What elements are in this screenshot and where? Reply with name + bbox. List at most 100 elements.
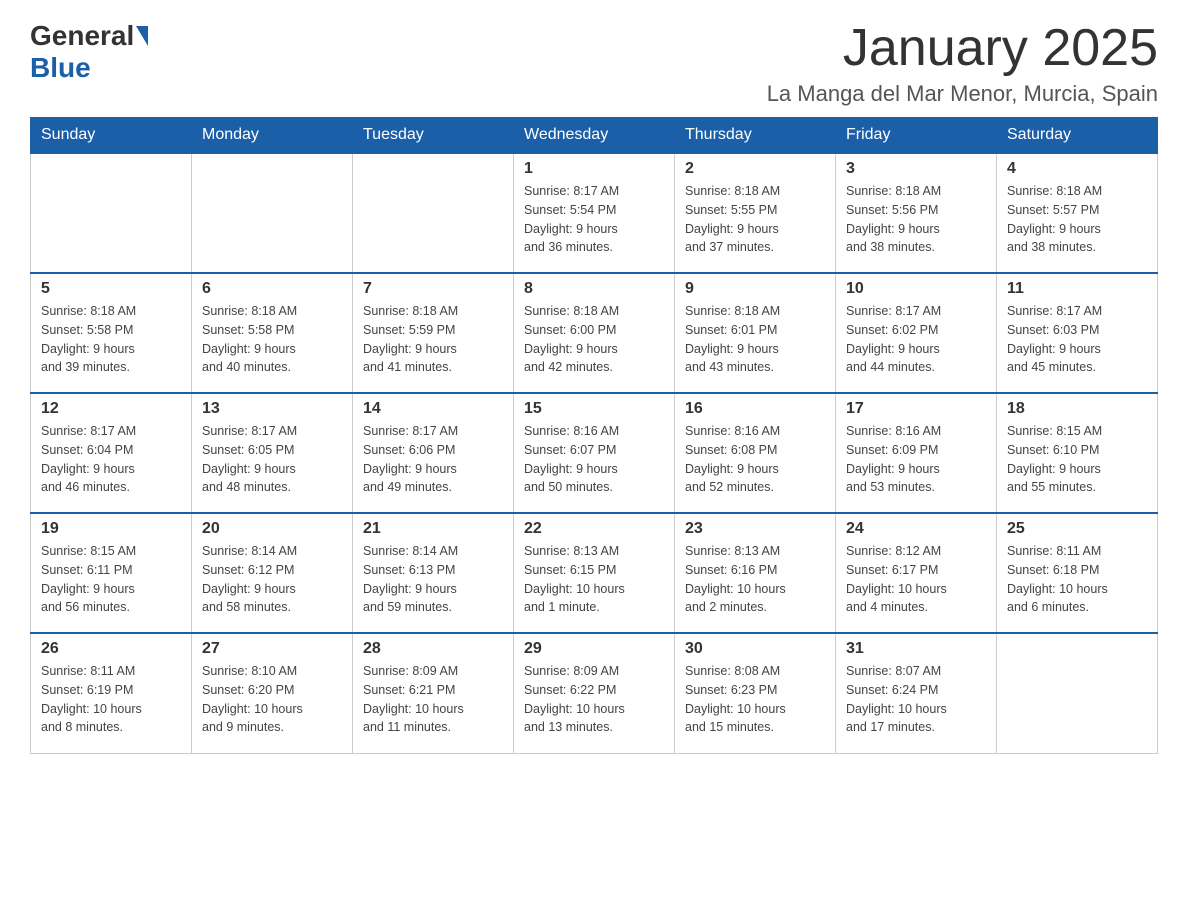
day-number: 27 [202, 640, 342, 658]
day-number: 18 [1007, 400, 1147, 418]
day-number: 26 [41, 640, 181, 658]
day-info: Sunrise: 8:11 AM Sunset: 6:19 PM Dayligh… [41, 662, 181, 737]
calendar-cell: 20Sunrise: 8:14 AM Sunset: 6:12 PM Dayli… [192, 513, 353, 633]
day-info: Sunrise: 8:13 AM Sunset: 6:16 PM Dayligh… [685, 542, 825, 617]
calendar-cell: 18Sunrise: 8:15 AM Sunset: 6:10 PM Dayli… [997, 393, 1158, 513]
calendar-cell: 16 Sunrise: 8:16 AM Sunset: 6:08 PM Dayli… [675, 393, 836, 513]
logo-blue-text: Blue [30, 52, 91, 84]
day-info: Sunrise: 8:17 AM Sunset: 6:06 PM Dayligh… [363, 422, 503, 497]
calendar-cell: 10 Sunrise: 8:17 AM Sunset: 6:02 PM Dayli… [836, 273, 997, 393]
day-number: 25 [1007, 520, 1147, 538]
day-info: Sunrise: 8:09 AM Sunset: 6:21 PM Dayligh… [363, 662, 503, 737]
calendar-cell: 3 Sunrise: 8:18 AM Sunset: 5:56 PM Daylig… [836, 153, 997, 273]
day-number: 15 [524, 400, 664, 418]
day-info: Sunrise: 8:18 AM Sunset: 6:01 PM Dayligh… [685, 302, 825, 377]
day-number: 13 [202, 400, 342, 418]
day-info: Sunrise: 8:17 AM Sunset: 5:54 PM Dayligh… [524, 182, 664, 257]
day-number: 10 [846, 280, 986, 298]
day-info: Sunrise: 8:18 AM Sunset: 5:57 PM Dayligh… [1007, 182, 1147, 257]
day-number: 19 [41, 520, 181, 538]
calendar-cell [31, 153, 192, 273]
day-info: Sunrise: 8:18 AM Sunset: 5:56 PM Dayligh… [846, 182, 986, 257]
day-number: 21 [363, 520, 503, 538]
day-number: 28 [363, 640, 503, 658]
weekday-header-saturday: Saturday [997, 118, 1158, 154]
calendar-cell: 28 Sunrise: 8:09 AM Sunset: 6:21 PM Dayli… [353, 633, 514, 753]
weekday-header-wednesday: Wednesday [514, 118, 675, 154]
day-number: 22 [524, 520, 664, 538]
day-info: Sunrise: 8:17 AM Sunset: 6:05 PM Dayligh… [202, 422, 342, 497]
calendar-cell: 1Sunrise: 8:17 AM Sunset: 5:54 PM Daylig… [514, 153, 675, 273]
weekday-header-tuesday: Tuesday [353, 118, 514, 154]
calendar-cell: 4 Sunrise: 8:18 AM Sunset: 5:57 PM Daylig… [997, 153, 1158, 273]
calendar-cell: 24 Sunrise: 8:12 AM Sunset: 6:17 PM Dayli… [836, 513, 997, 633]
day-number: 2 [685, 160, 825, 178]
logo-triangle-icon [136, 26, 148, 46]
day-number: 8 [524, 280, 664, 298]
day-info: Sunrise: 8:12 AM Sunset: 6:17 PM Dayligh… [846, 542, 986, 617]
day-number: 3 [846, 160, 986, 178]
calendar-cell: 25 Sunrise: 8:11 AM Sunset: 6:18 PM Dayli… [997, 513, 1158, 633]
day-info: Sunrise: 8:17 AM Sunset: 6:03 PM Dayligh… [1007, 302, 1147, 377]
calendar-cell [192, 153, 353, 273]
calendar-week-row: 5Sunrise: 8:18 AM Sunset: 5:58 PM Daylig… [31, 273, 1158, 393]
weekday-header-thursday: Thursday [675, 118, 836, 154]
calendar-cell: 5Sunrise: 8:18 AM Sunset: 5:58 PM Daylig… [31, 273, 192, 393]
day-info: Sunrise: 8:17 AM Sunset: 6:04 PM Dayligh… [41, 422, 181, 497]
day-info: Sunrise: 8:09 AM Sunset: 6:22 PM Dayligh… [524, 662, 664, 737]
day-number: 20 [202, 520, 342, 538]
location-title: La Manga del Mar Menor, Murcia, Spain [767, 81, 1158, 107]
calendar-cell: 17Sunrise: 8:16 AM Sunset: 6:09 PM Dayli… [836, 393, 997, 513]
calendar-cell: 14 Sunrise: 8:17 AM Sunset: 6:06 PM Dayli… [353, 393, 514, 513]
calendar-cell: 9 Sunrise: 8:18 AM Sunset: 6:01 PM Daylig… [675, 273, 836, 393]
day-info: Sunrise: 8:07 AM Sunset: 6:24 PM Dayligh… [846, 662, 986, 737]
day-info: Sunrise: 8:18 AM Sunset: 5:59 PM Dayligh… [363, 302, 503, 377]
calendar-cell: 27 Sunrise: 8:10 AM Sunset: 6:20 PM Dayli… [192, 633, 353, 753]
calendar-cell: 15 Sunrise: 8:16 AM Sunset: 6:07 PM Dayli… [514, 393, 675, 513]
day-number: 30 [685, 640, 825, 658]
day-info: Sunrise: 8:16 AM Sunset: 6:09 PM Dayligh… [846, 422, 986, 497]
day-number: 29 [524, 640, 664, 658]
day-number: 24 [846, 520, 986, 538]
day-info: Sunrise: 8:08 AM Sunset: 6:23 PM Dayligh… [685, 662, 825, 737]
day-number: 7 [363, 280, 503, 298]
calendar-cell: 26 Sunrise: 8:11 AM Sunset: 6:19 PM Dayli… [31, 633, 192, 753]
day-info: Sunrise: 8:15 AM Sunset: 6:11 PM Dayligh… [41, 542, 181, 617]
calendar-cell: 21Sunrise: 8:14 AM Sunset: 6:13 PM Dayli… [353, 513, 514, 633]
logo-general-text: General [30, 20, 134, 52]
logo: General Blue [30, 20, 150, 84]
day-info: Sunrise: 8:16 AM Sunset: 6:07 PM Dayligh… [524, 422, 664, 497]
day-number: 16 [685, 400, 825, 418]
day-info: Sunrise: 8:10 AM Sunset: 6:20 PM Dayligh… [202, 662, 342, 737]
calendar-week-row: 19 Sunrise: 8:15 AM Sunset: 6:11 PM Dayli… [31, 513, 1158, 633]
day-number: 6 [202, 280, 342, 298]
calendar-cell: 7 Sunrise: 8:18 AM Sunset: 5:59 PM Daylig… [353, 273, 514, 393]
day-info: Sunrise: 8:13 AM Sunset: 6:15 PM Dayligh… [524, 542, 664, 617]
day-number: 9 [685, 280, 825, 298]
weekday-header-friday: Friday [836, 118, 997, 154]
day-number: 31 [846, 640, 986, 658]
calendar-cell: 6 Sunrise: 8:18 AM Sunset: 5:58 PM Daylig… [192, 273, 353, 393]
calendar-cell [353, 153, 514, 273]
calendar-week-row: 12Sunrise: 8:17 AM Sunset: 6:04 PM Dayli… [31, 393, 1158, 513]
day-info: Sunrise: 8:11 AM Sunset: 6:18 PM Dayligh… [1007, 542, 1147, 617]
day-number: 23 [685, 520, 825, 538]
calendar-cell [997, 633, 1158, 753]
calendar-cell: 23 Sunrise: 8:13 AM Sunset: 6:16 PM Dayli… [675, 513, 836, 633]
calendar-cell: 22 Sunrise: 8:13 AM Sunset: 6:15 PM Dayli… [514, 513, 675, 633]
day-info: Sunrise: 8:18 AM Sunset: 5:58 PM Dayligh… [202, 302, 342, 377]
calendar-week-row: 26 Sunrise: 8:11 AM Sunset: 6:19 PM Dayli… [31, 633, 1158, 753]
day-number: 14 [363, 400, 503, 418]
weekday-header-sunday: Sunday [31, 118, 192, 154]
calendar-cell: 31 Sunrise: 8:07 AM Sunset: 6:24 PM Dayli… [836, 633, 997, 753]
calendar-table: SundayMondayTuesdayWednesdayThursdayFrid… [30, 117, 1158, 754]
day-info: Sunrise: 8:16 AM Sunset: 6:08 PM Dayligh… [685, 422, 825, 497]
day-info: Sunrise: 8:18 AM Sunset: 5:58 PM Dayligh… [41, 302, 181, 377]
calendar-cell: 2Sunrise: 8:18 AM Sunset: 5:55 PM Daylig… [675, 153, 836, 273]
weekday-header-monday: Monday [192, 118, 353, 154]
calendar-cell: 11Sunrise: 8:17 AM Sunset: 6:03 PM Dayli… [997, 273, 1158, 393]
day-number: 4 [1007, 160, 1147, 178]
day-info: Sunrise: 8:17 AM Sunset: 6:02 PM Dayligh… [846, 302, 986, 377]
calendar-cell: 29 Sunrise: 8:09 AM Sunset: 6:22 PM Dayli… [514, 633, 675, 753]
calendar-cell: 13 Sunrise: 8:17 AM Sunset: 6:05 PM Dayli… [192, 393, 353, 513]
